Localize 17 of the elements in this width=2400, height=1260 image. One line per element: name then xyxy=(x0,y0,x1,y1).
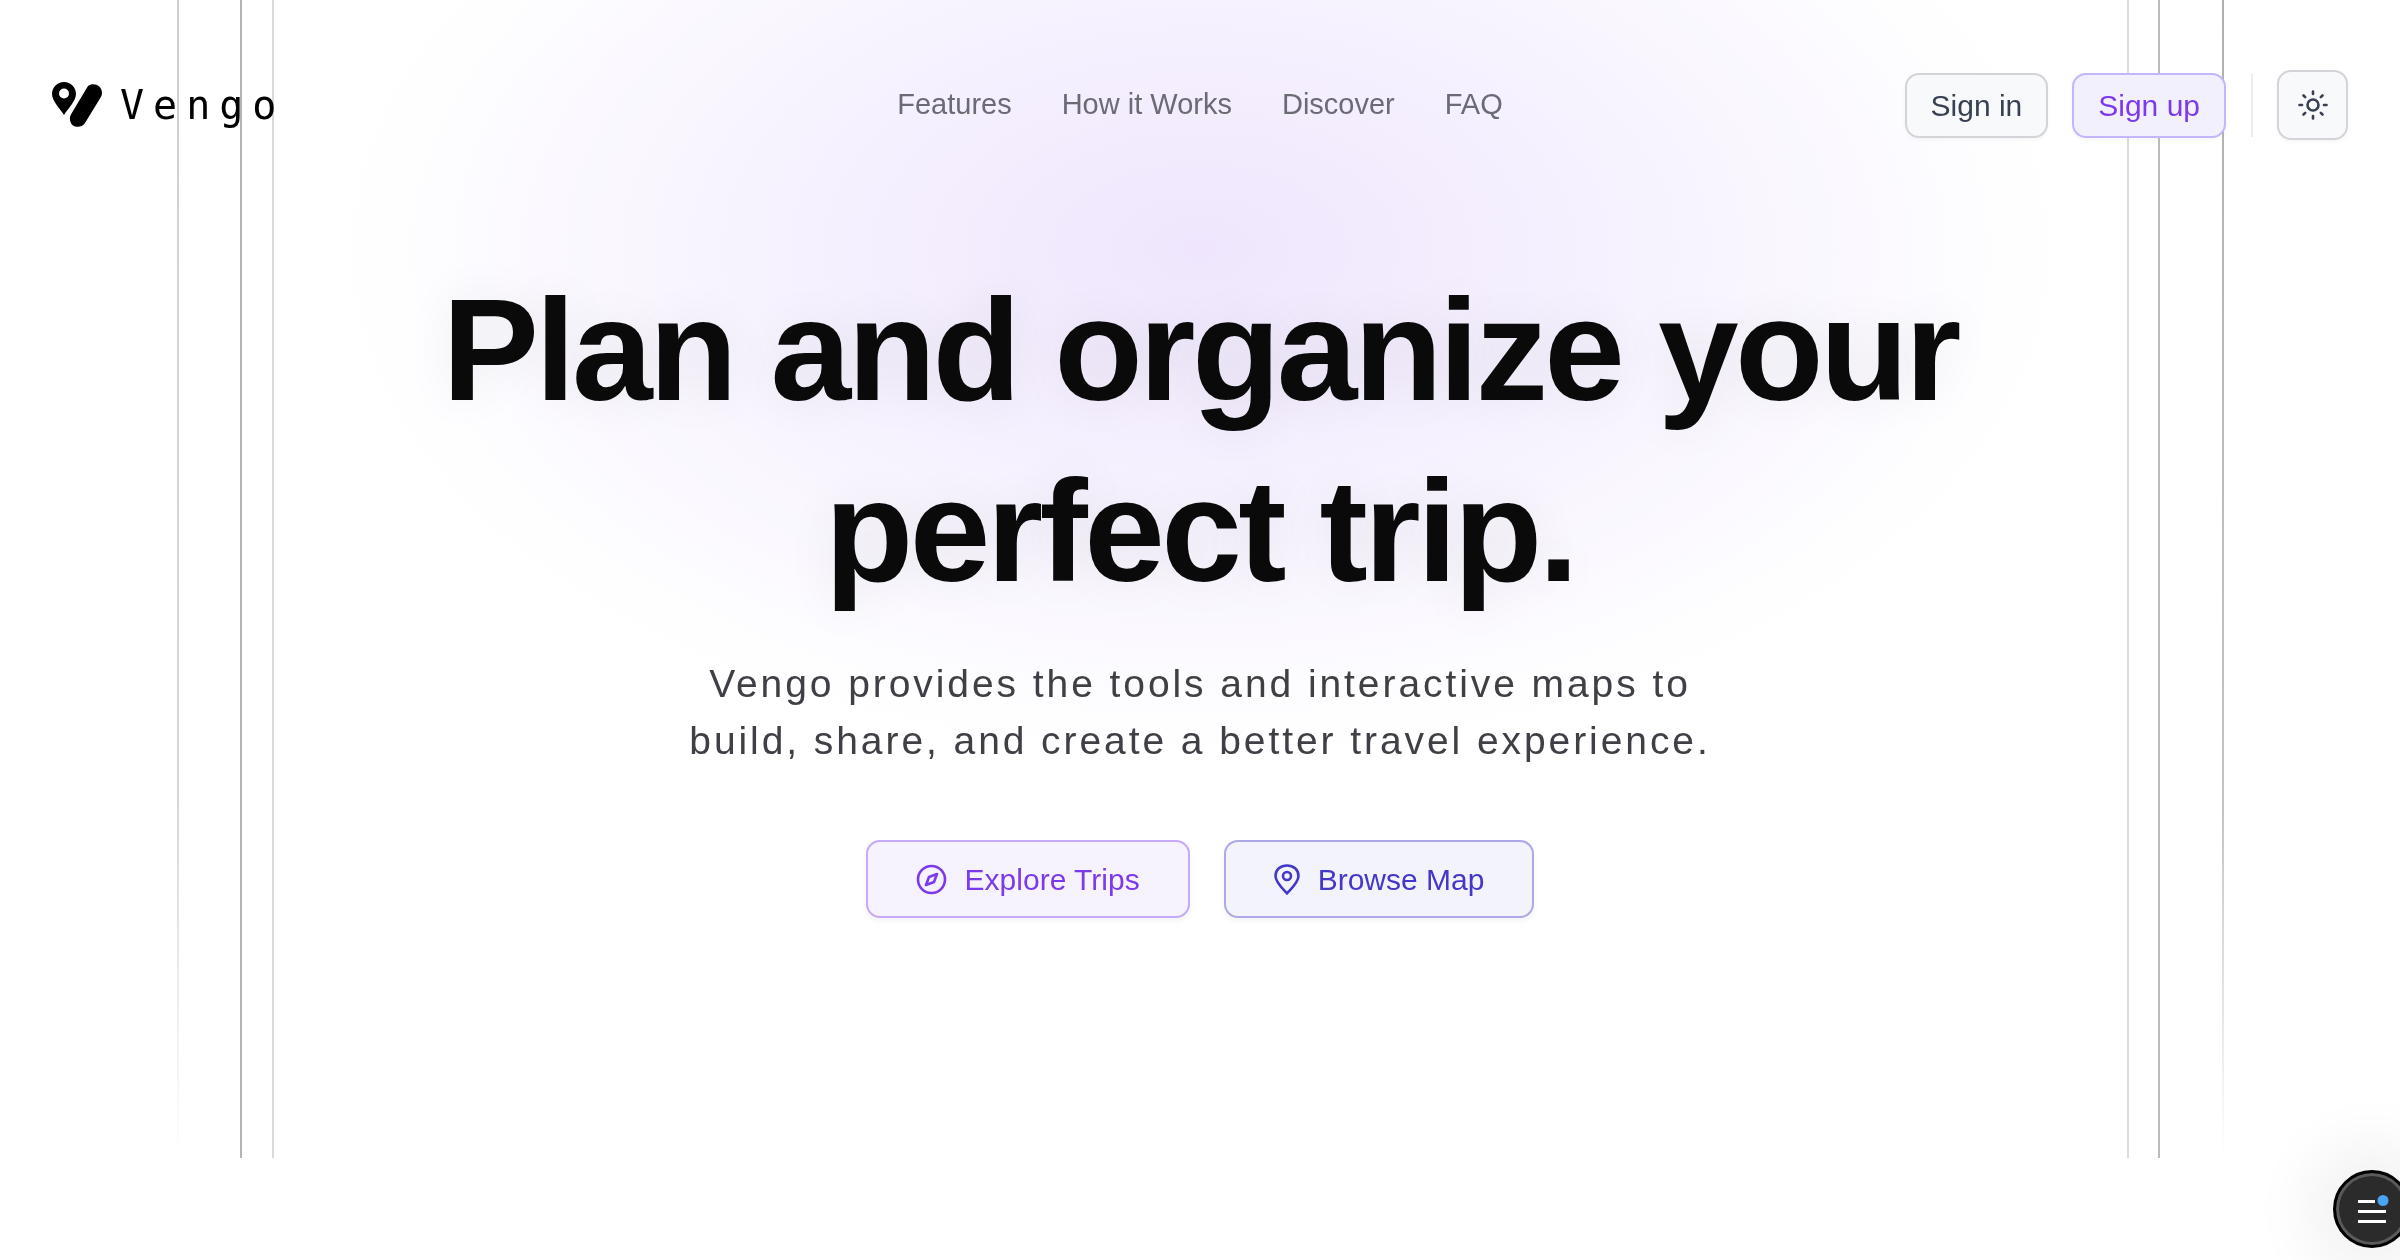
sun-icon xyxy=(2297,90,2328,120)
nav-link[interactable]: FAQ xyxy=(1444,83,1503,127)
sign-in-button[interactable]: Sign in xyxy=(1904,72,2049,138)
hero-headline: Plan and organize your perfect trip. xyxy=(441,268,1960,614)
floating-menu-button[interactable] xyxy=(2333,1170,2400,1248)
compass-icon xyxy=(915,863,947,895)
nav-link[interactable]: Features xyxy=(897,83,1012,127)
pin-logo-icon xyxy=(52,81,104,129)
nav-link[interactable]: How it Works xyxy=(1061,83,1232,127)
explore-trips-button[interactable]: Explore Trips xyxy=(865,840,1190,918)
browse-map-button[interactable]: Browse Map xyxy=(1223,840,1535,918)
theme-toggle-button[interactable] xyxy=(2277,70,2348,140)
sign-up-button[interactable]: Sign up xyxy=(2072,72,2226,138)
map-pin-icon xyxy=(1273,863,1300,895)
list-with-dot-icon xyxy=(2358,1195,2389,1223)
nav-link[interactable]: Discover xyxy=(1281,83,1395,127)
hero-description: Vengo provides the tools and interactive maps to build, share, and create a better travel experience. xyxy=(688,661,1712,764)
